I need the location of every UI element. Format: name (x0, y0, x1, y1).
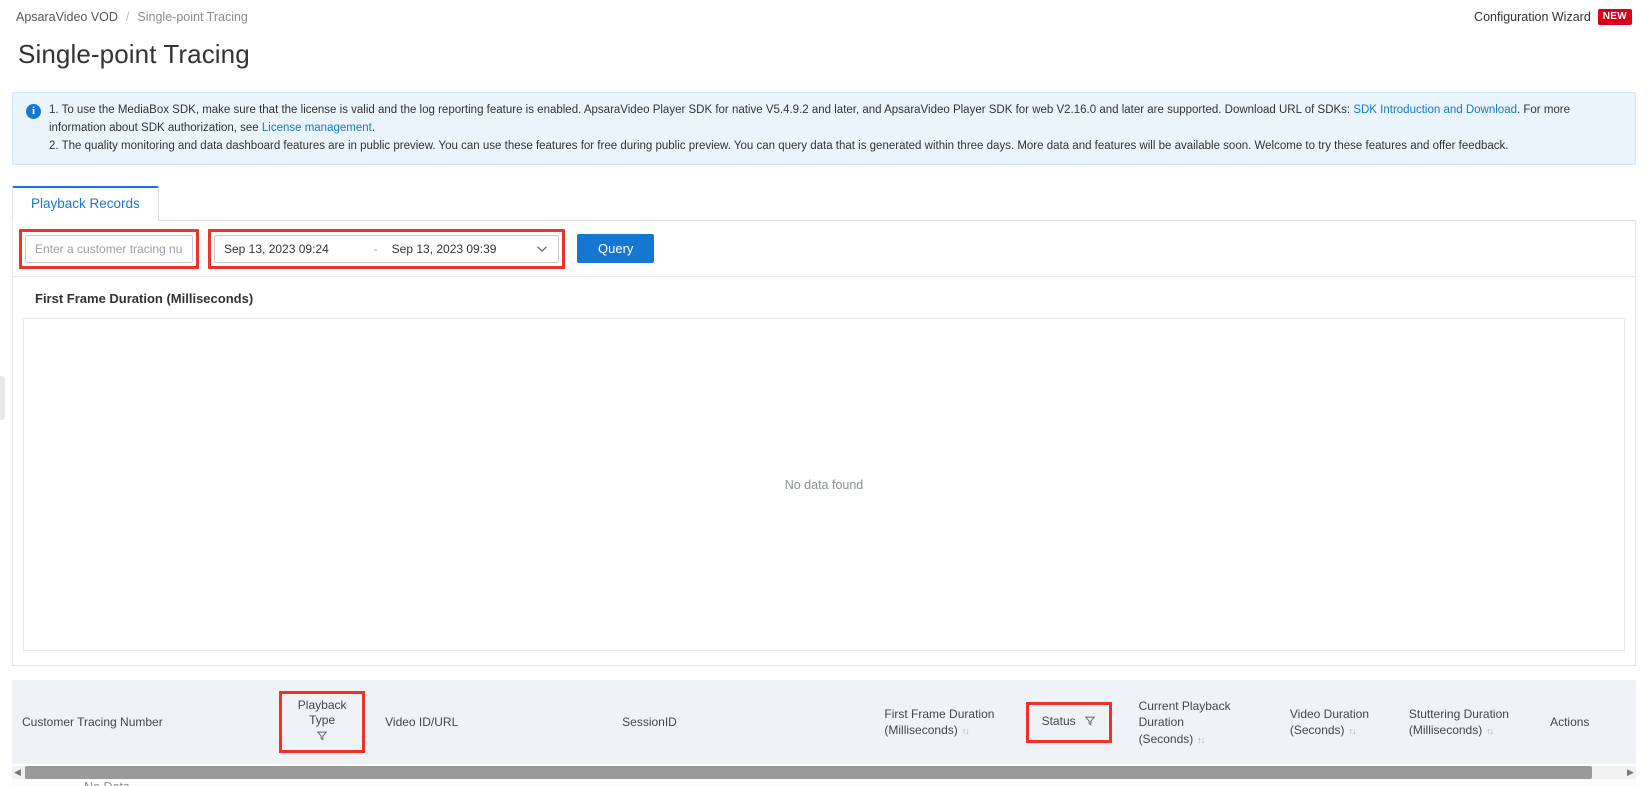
chart-title: First Frame Duration (Milliseconds) (35, 291, 254, 307)
col-stuttering-duration-unit: (Milliseconds) ↑↓ (1409, 722, 1530, 738)
col-status-highlight[interactable]: Status (1025, 702, 1112, 743)
col-status-label: Status (1041, 714, 1076, 729)
page-title: Single-point Tracing (18, 39, 250, 69)
breadcrumb-current: Single-point Tracing (137, 9, 248, 24)
sidebar-collapse-handle[interactable] (0, 376, 5, 420)
col-stuttering-duration-unit-text: (Milliseconds) (1408, 723, 1483, 738)
date-range-start: Sep 13, 2023 09:24 (224, 241, 329, 256)
scrollbar-thumb[interactable] (25, 766, 1593, 779)
sort-icon[interactable]: ↑↓ (1486, 725, 1494, 737)
sort-icon[interactable]: ↑↓ (1197, 734, 1205, 746)
query-button[interactable]: Query (577, 234, 655, 264)
scroll-left-arrow[interactable]: ◀ (11, 766, 24, 779)
info-alert: i 1. To use the MediaBox SDK, make sure … (12, 92, 1636, 166)
sdk-download-link[interactable]: SDK Introduction and Download (1353, 104, 1517, 116)
tracing-number-highlight (19, 228, 199, 269)
col-session-id-label: SessionID (622, 715, 677, 730)
date-range-end: Sep 13, 2023 09:39 (391, 241, 497, 256)
col-video-duration[interactable]: Video Duration (Seconds) ↑↓ (1279, 680, 1399, 765)
date-range-highlight: Sep 13, 2023 09:24 - Sep 13, 2023 09:39 (208, 228, 565, 269)
sort-icon[interactable]: ↑↓ (1349, 725, 1357, 737)
chart-empty-message: No data found (784, 477, 864, 492)
col-customer-tracing-number: Customer Tracing Number (12, 680, 270, 765)
col-video-duration-label: Video Duration (1289, 707, 1370, 722)
horizontal-scrollbar[interactable]: ◀ ▶ (12, 766, 1636, 779)
col-video-duration-unit: (Seconds) ↑↓ (1290, 722, 1389, 738)
col-status[interactable]: Status (1015, 680, 1129, 765)
col-first-frame-duration-unit-text: (Milliseconds) (884, 723, 958, 738)
tab-bar: Playback Records (12, 185, 1636, 222)
breadcrumb: ApsaraVideo VOD / Single-point Tracing C… (0, 0, 1648, 33)
customer-tracing-number-input[interactable] (25, 234, 193, 263)
col-actions: Actions (1540, 680, 1636, 765)
col-first-frame-duration[interactable]: First Frame Duration (Milliseconds) ↑↓ (874, 680, 1016, 765)
page-root: ApsaraVideo VOD / Single-point Tracing C… (0, 0, 1648, 786)
chevron-down-icon (537, 246, 547, 252)
col-playback-type[interactable]: Playback Type (269, 680, 376, 765)
col-first-frame-duration-unit: (Milliseconds) ↑↓ (884, 722, 1005, 738)
configuration-wizard-label[interactable]: Configuration Wizard (1474, 10, 1591, 24)
first-frame-duration-card: First Frame Duration (Milliseconds) No d… (12, 277, 1636, 667)
col-playback-type-label: Playback Type (297, 698, 347, 728)
alert-line-1-text-a: 1. To use the MediaBox SDK, make sure th… (49, 104, 1354, 116)
col-current-playback-duration-label: Current Playback Duration (1138, 699, 1231, 730)
status-filter-icon[interactable] (1084, 715, 1096, 730)
breadcrumb-separator: / (125, 9, 130, 24)
info-icon: i (26, 104, 41, 119)
scroll-right-arrow[interactable]: ▶ (1624, 766, 1637, 779)
col-first-frame-duration-label: First Frame Duration (884, 707, 995, 722)
chart-plot-area: No data found (23, 318, 1625, 652)
configuration-wizard-entry[interactable]: Configuration Wizard NEW (1474, 8, 1632, 25)
col-current-playback-duration-unit-text: (Seconds) (1138, 731, 1194, 746)
breadcrumb-root-link[interactable]: ApsaraVideo VOD (16, 10, 118, 24)
col-playback-type-highlight[interactable]: Playback Type (279, 691, 366, 754)
col-stuttering-duration-label: Stuttering Duration (1408, 707, 1509, 722)
col-stuttering-duration[interactable]: Stuttering Duration (Milliseconds) ↑↓ (1398, 680, 1541, 765)
license-management-link[interactable]: License management (262, 122, 372, 134)
table-header-row: Customer Tracing Number Playback Type Vi… (12, 680, 1636, 765)
sort-icon[interactable]: ↑↓ (962, 725, 970, 737)
date-range-picker[interactable]: Sep 13, 2023 09:24 - Sep 13, 2023 09:39 (214, 234, 559, 263)
playback-type-filter-icon[interactable] (292, 728, 352, 746)
new-badge: NEW (1597, 8, 1632, 25)
col-video-id-url: Video ID/URL (375, 680, 613, 765)
col-customer-tracing-number-label: Customer Tracing Number (22, 715, 163, 730)
col-video-id-url-label: Video ID/URL (385, 715, 459, 730)
col-current-playback-duration-unit: (Seconds) ↑↓ (1139, 731, 1270, 747)
col-current-playback-duration[interactable]: Current Playback Duration (Seconds) ↑↓ (1128, 680, 1280, 765)
filter-toolbar: Sep 13, 2023 09:24 - Sep 13, 2023 09:39 … (12, 221, 1636, 278)
alert-line-2: 2. The quality monitoring and data dashb… (49, 139, 1509, 152)
alert-line-1-text-c: . (371, 121, 376, 134)
col-video-duration-unit-text: (Seconds) (1289, 723, 1345, 738)
col-actions-label: Actions (1550, 715, 1590, 730)
col-session-id: SessionID (612, 680, 875, 765)
tab-playback-records[interactable]: Playback Records (12, 186, 159, 222)
date-range-dash: - (373, 241, 378, 256)
alert-line-1: 1. To use the MediaBox SDK, make sure th… (49, 102, 1621, 138)
